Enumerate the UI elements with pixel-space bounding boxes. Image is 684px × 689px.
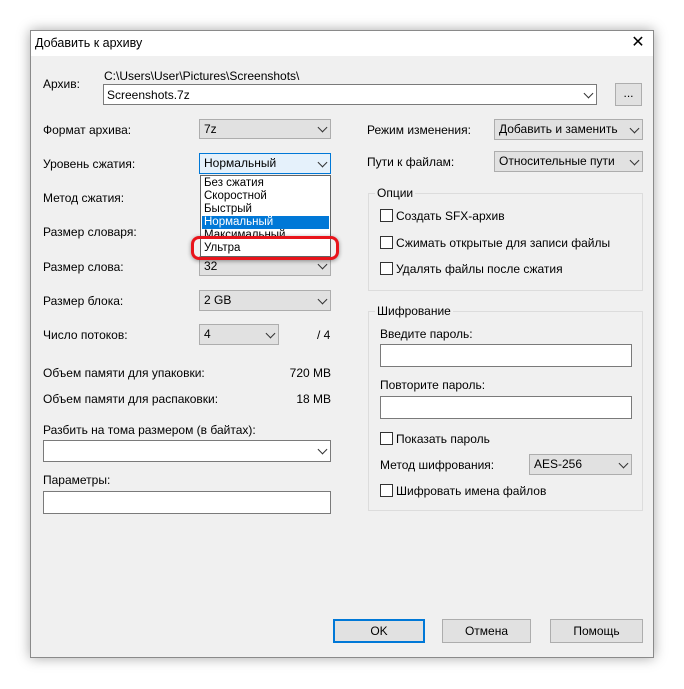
ok-button[interactable]: OK (333, 619, 425, 643)
word-label: Размер слова: (43, 260, 124, 274)
repeat-password-label: Повторите пароль: (380, 378, 486, 392)
delete-after-label: Удалять файлы после сжатия (396, 262, 563, 276)
archive-name-combo[interactable]: Screenshots.7z (103, 84, 597, 105)
threads-max: / 4 (317, 328, 331, 342)
show-password-label: Показать пароль (396, 432, 490, 446)
title-bar: Добавить к архиву ✕ (31, 31, 653, 56)
word-value: 32 (204, 259, 218, 273)
path-mode-select[interactable]: Относительные пути (494, 151, 643, 172)
cancel-button[interactable]: Отмена (442, 619, 531, 643)
help-button[interactable]: Помощь (550, 619, 643, 643)
encryption-method-select[interactable]: AES-256 (529, 454, 632, 475)
add-to-archive-dialog: Добавить к архиву ✕ Архив: C:\Users\User… (30, 30, 654, 658)
level-option[interactable]: Без сжатия (202, 177, 329, 190)
mem-pack-label: Объем памяти для упаковки: (43, 366, 205, 380)
params-input[interactable] (43, 491, 331, 514)
compress-shared-label: Сжимать открытые для записи файлы (396, 236, 611, 250)
repeat-password-input[interactable] (380, 396, 632, 419)
password-label: Введите пароль: (380, 327, 473, 341)
threads-label: Число потоков: (43, 328, 128, 342)
chevron-down-icon (317, 444, 328, 455)
chevron-down-icon (317, 157, 328, 167)
path-mode-value: Относительные пути (499, 154, 615, 168)
block-label: Размер блока: (43, 294, 124, 308)
level-option[interactable]: Быстрый (202, 203, 329, 216)
mem-unpack-value: 18 MB (296, 392, 331, 406)
chevron-down-icon (317, 122, 328, 133)
chevron-down-icon (629, 155, 640, 165)
archive-label: Архив: (43, 77, 80, 91)
close-icon[interactable]: ✕ (623, 31, 653, 56)
block-value: 2 GB (204, 293, 232, 307)
encryption-group-title: Шифрование (375, 304, 453, 318)
level-select[interactable]: Нормальный (199, 153, 331, 174)
archive-path: C:\Users\User\Pictures\Screenshots\ (104, 69, 300, 83)
password-input[interactable] (380, 344, 632, 367)
update-mode-select[interactable]: Добавить и заменить (494, 119, 643, 140)
encryption-method-value: AES-256 (534, 457, 583, 471)
block-select[interactable]: 2 GB (199, 290, 331, 311)
sfx-label: Создать SFX-архив (396, 209, 505, 223)
update-mode-value: Добавить и заменить (499, 122, 618, 136)
update-mode-label: Режим изменения: (367, 123, 471, 137)
level-option[interactable]: Скоростной (202, 190, 329, 203)
compress-shared-checkbox[interactable] (380, 236, 393, 249)
level-option-selected[interactable]: Нормальный (202, 216, 329, 229)
split-label: Разбить на тома размером (в байтах): (43, 423, 256, 437)
delete-after-checkbox[interactable] (380, 262, 393, 275)
encryption-method-label: Метод шифрования: (380, 458, 495, 472)
annotation-highlight (191, 236, 339, 260)
browse-button[interactable]: ... (615, 83, 642, 106)
threads-select[interactable]: 4 (199, 324, 279, 345)
chevron-down-icon (265, 328, 276, 338)
dict-label: Размер словаря: (43, 225, 137, 239)
options-group-title: Опции (375, 186, 416, 200)
path-mode-label: Пути к файлам: (367, 155, 455, 169)
format-select[interactable]: 7z (199, 119, 331, 139)
threads-value: 4 (204, 327, 211, 341)
chevron-down-icon (317, 294, 328, 304)
chevron-down-icon (583, 88, 594, 98)
chevron-down-icon (317, 259, 328, 270)
mem-unpack-label: Объем памяти для распаковки: (43, 392, 219, 406)
chevron-down-icon (618, 458, 629, 468)
encrypt-names-label: Шифровать имена файлов (396, 484, 547, 498)
level-label: Уровень сжатия: (43, 157, 136, 171)
archive-name-value: Screenshots.7z (107, 88, 190, 102)
split-combo[interactable] (43, 440, 331, 462)
chevron-down-icon (629, 123, 640, 133)
level-value: Нормальный (204, 156, 277, 170)
encrypt-names-checkbox[interactable] (380, 484, 393, 497)
params-label: Параметры: (43, 473, 111, 487)
mem-pack-value: 720 MB (289, 366, 331, 380)
sfx-checkbox[interactable] (380, 209, 393, 222)
window-title: Добавить к архиву (35, 36, 143, 50)
format-label: Формат архива: (43, 123, 132, 137)
show-password-checkbox[interactable] (380, 432, 393, 445)
method-label: Метод сжатия: (43, 191, 125, 205)
format-value: 7z (204, 122, 217, 136)
